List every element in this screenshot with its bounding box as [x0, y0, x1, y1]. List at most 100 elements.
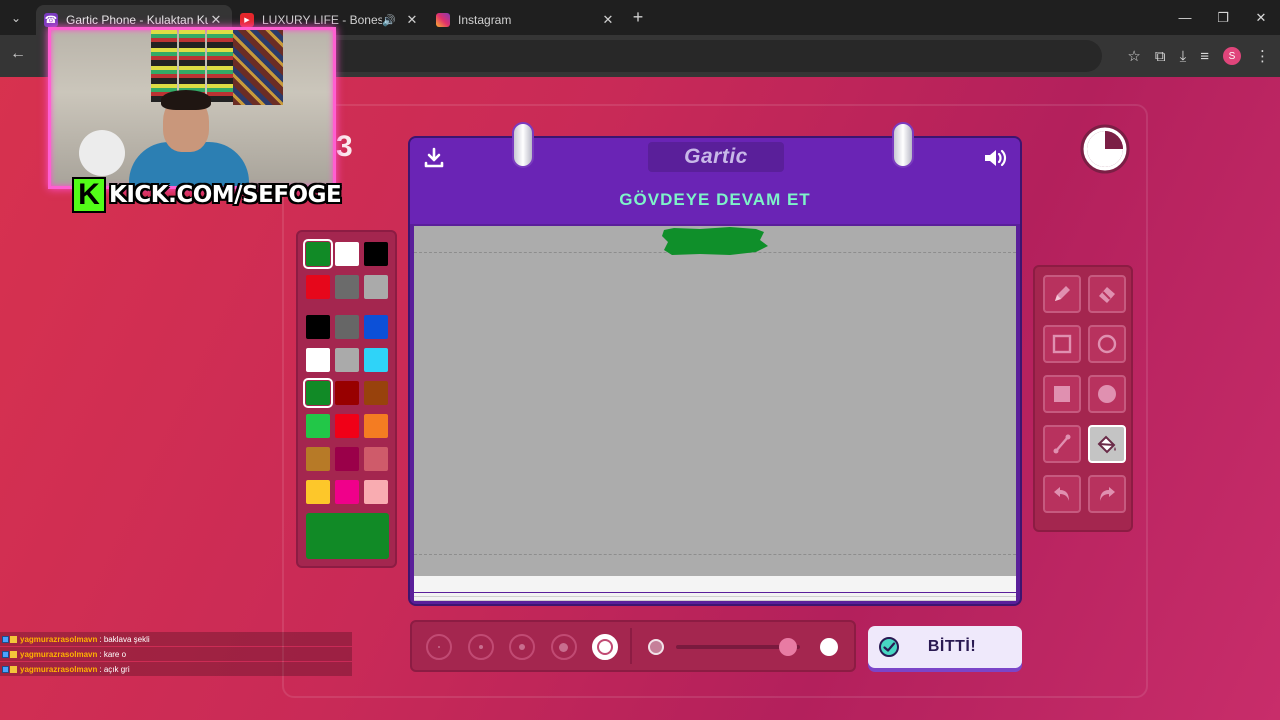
circle-filled-icon — [1098, 385, 1116, 403]
address-bar[interactable] — [320, 40, 1102, 72]
color-swatch[interactable] — [306, 447, 330, 471]
profile-avatar[interactable]: S — [1223, 47, 1241, 65]
prompt-text: GÖVDEYE DEVAM ET — [619, 190, 811, 209]
done-button[interactable]: BİTTİ! — [868, 626, 1022, 668]
ellipse-outline-tool[interactable] — [1088, 325, 1126, 363]
chat-text: : açık gri — [99, 664, 130, 674]
media-control-icon[interactable]: ≡ — [1200, 48, 1209, 65]
brush-size-button[interactable] — [509, 634, 535, 660]
chat-username: yagmurazrasolmavn — [20, 649, 98, 659]
color-swatch[interactable] — [364, 381, 388, 405]
color-palette — [296, 230, 397, 568]
tab-title: Instagram — [458, 13, 512, 27]
rectangle-outline-tool[interactable] — [1043, 325, 1081, 363]
opacity-slider-thumb[interactable] — [778, 638, 797, 656]
tab-title: LUXURY LIFE - Bones & Edd — [262, 13, 383, 27]
current-color-preview — [306, 513, 389, 559]
color-swatch[interactable] — [364, 414, 388, 438]
binder-ring — [892, 122, 914, 168]
brush-size-button[interactable] — [426, 634, 452, 660]
brush-size-dot — [519, 644, 525, 650]
eraser-tool[interactable] — [1088, 275, 1126, 313]
ellipse-fill-tool[interactable] — [1088, 375, 1126, 413]
brush-size-button[interactable] — [550, 634, 577, 660]
color-swatch[interactable] — [364, 447, 388, 471]
tab-title: Gartic Phone - Kulaktan Kulağa — [66, 13, 208, 27]
bookmark-star-icon[interactable]: ☆ — [1127, 47, 1140, 65]
panel-divider — [630, 628, 632, 664]
color-swatch[interactable] — [364, 275, 388, 299]
chat-message: yagmurazrasolmavn: baklava şekli — [0, 632, 352, 646]
color-swatch[interactable] — [335, 242, 359, 266]
rectangle-fill-tool[interactable] — [1043, 375, 1081, 413]
round-number: 3 — [336, 130, 353, 163]
pencil-icon — [1055, 286, 1070, 301]
color-swatch[interactable] — [306, 414, 330, 438]
kick-channel-badge: K KICK.COM/SEFOGE — [72, 176, 342, 214]
brush-size-dot — [438, 646, 440, 648]
pencil-tool[interactable] — [1043, 275, 1081, 313]
minimize-icon[interactable]: — — [1166, 0, 1204, 35]
color-swatch[interactable] — [335, 414, 359, 438]
subscriber-badge-icon — [2, 635, 9, 643]
subscriber-badge-icon — [2, 665, 9, 673]
color-swatch[interactable] — [335, 381, 359, 405]
kick-url: KICK.COM/SEFOGE — [109, 182, 342, 208]
color-swatch[interactable] — [335, 315, 359, 339]
color-swatch[interactable] — [306, 315, 330, 339]
undo-icon — [1054, 487, 1069, 501]
paper-edge — [414, 597, 1016, 601]
board-header: Gartic GÖVDEYE DEVAM ET — [410, 138, 1020, 224]
tab-instagram[interactable]: Instagram ✕ — [428, 5, 624, 35]
phone-icon: ☎ — [44, 13, 58, 27]
chat-message: yagmurazrasolmavn: kare o — [0, 647, 352, 661]
color-swatch[interactable] — [335, 348, 359, 372]
tab-search-chevron-icon[interactable]: ⌄ — [0, 0, 32, 35]
restore-icon[interactable]: ❐ — [1204, 0, 1242, 35]
color-swatch[interactable] — [364, 348, 388, 372]
more-menu-icon[interactable]: ⋮ — [1255, 47, 1270, 65]
color-swatch[interactable] — [364, 242, 388, 266]
drawing-board: Gartic GÖVDEYE DEVAM ET — [408, 122, 1022, 606]
brush-size-button[interactable] — [467, 634, 494, 660]
color-swatch[interactable] — [335, 447, 359, 471]
undo-tool[interactable] — [1043, 475, 1081, 513]
color-swatch[interactable] — [364, 480, 388, 504]
chat-badge-icon — [10, 650, 17, 658]
kick-logo-icon: K — [72, 177, 106, 213]
color-swatch[interactable] — [306, 480, 330, 504]
chat-text: : kare o — [99, 649, 127, 659]
color-swatch[interactable] — [306, 275, 330, 299]
line-tool[interactable] — [1043, 425, 1081, 463]
extensions-icon[interactable]: ⧉ — [1155, 48, 1166, 65]
timer-icon — [1080, 124, 1130, 174]
subscriber-badge-icon — [2, 650, 9, 658]
color-swatch[interactable] — [364, 315, 388, 339]
redo-tool[interactable] — [1088, 475, 1126, 513]
brush-size-button[interactable] — [592, 634, 618, 660]
close-window-icon[interactable]: ✕ — [1242, 0, 1280, 35]
new-tab-button[interactable]: + — [624, 7, 652, 28]
close-tab-icon[interactable]: ✕ — [600, 12, 616, 28]
chat-username: yagmurazrasolmavn — [20, 634, 98, 644]
color-swatch[interactable] — [335, 480, 359, 504]
color-swatch[interactable] — [303, 378, 333, 408]
streamer-hair — [161, 90, 211, 110]
speaker-icon[interactable] — [982, 146, 1008, 170]
back-arrow-icon[interactable]: ← — [10, 45, 26, 63]
fill-bucket-tool[interactable] — [1088, 425, 1126, 463]
color-swatch[interactable] — [303, 239, 333, 269]
color-swatch[interactable] — [306, 348, 330, 372]
close-tab-icon[interactable]: ✕ — [404, 12, 420, 28]
eraser-icon — [1099, 287, 1115, 303]
previous-drawing-stroke — [662, 227, 768, 255]
close-tab-icon[interactable]: ✕ — [208, 12, 224, 28]
youtube-icon: ▶ — [240, 13, 254, 27]
drawing-canvas[interactable] — [414, 226, 1016, 592]
color-swatch[interactable] — [335, 275, 359, 299]
circle-outline-icon — [1097, 334, 1117, 354]
download-icon[interactable] — [422, 146, 446, 170]
speaker-icon[interactable]: 🔊 — [382, 14, 396, 27]
teddy-bear — [79, 130, 125, 176]
download-icon[interactable]: ⤓ — [1180, 48, 1187, 65]
